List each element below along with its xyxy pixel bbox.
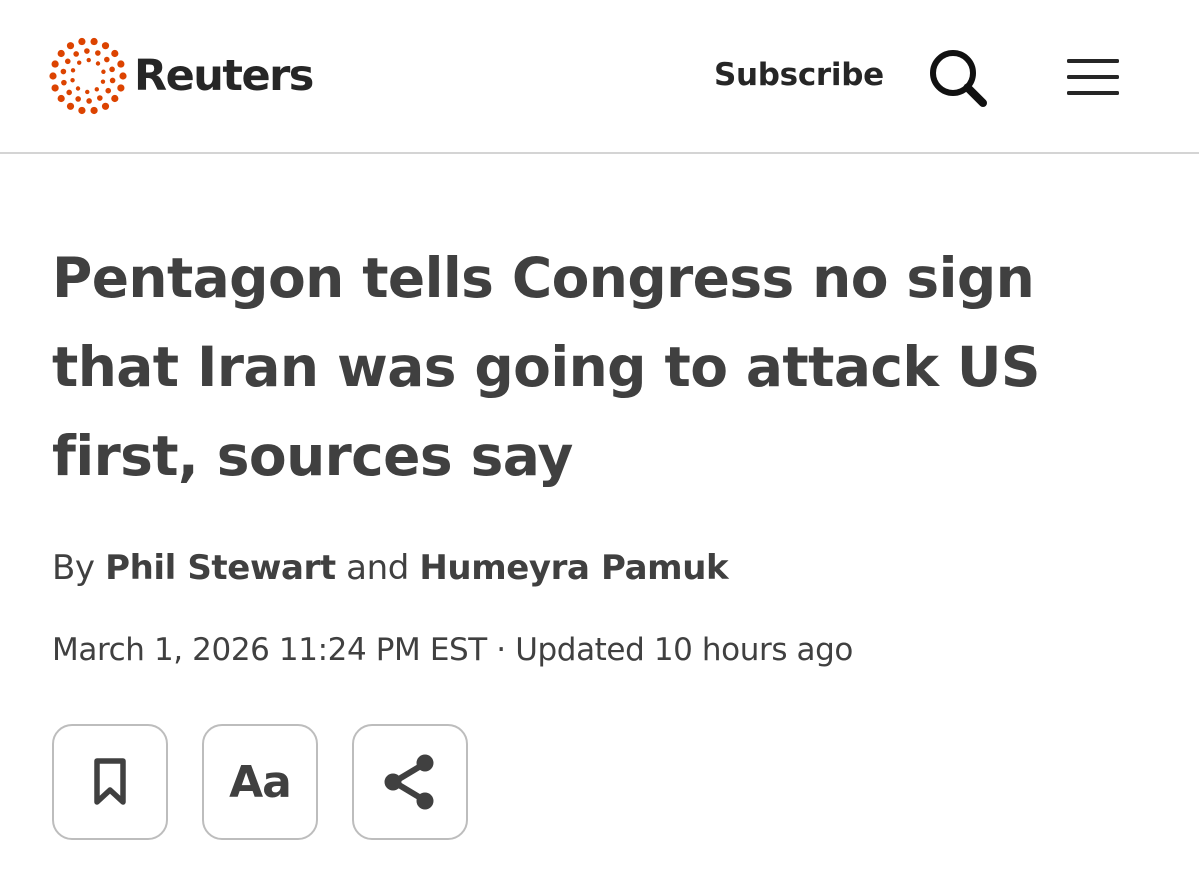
logo-dot: [90, 106, 98, 115]
logo-dot: [104, 56, 110, 63]
logo-dot: [57, 94, 65, 103]
byline-prefix: By: [52, 548, 95, 588]
logo-dot: [90, 37, 98, 46]
reuters-dots-icon: [49, 37, 127, 115]
logo-dot: [60, 68, 67, 75]
logo-dot: [64, 58, 71, 65]
logo-dot: [95, 61, 101, 66]
brand-name: Reuters: [134, 50, 314, 101]
search-icon: [930, 50, 987, 107]
updated-time: Updated 10 hours ago: [515, 632, 853, 668]
logo-dot: [117, 60, 125, 68]
logo-dot: [97, 95, 103, 101]
text-size-button[interactable]: Aa: [202, 724, 318, 840]
bookmark-icon: [94, 758, 126, 805]
logo-dot: [111, 94, 119, 103]
logo-dot: [84, 48, 90, 54]
article-actions: Aa: [52, 724, 468, 840]
logo-dot: [109, 77, 116, 84]
hamburger-menu-icon: [1067, 59, 1119, 95]
logo-dot: [70, 78, 75, 83]
logo-dot: [111, 49, 119, 58]
logo-dot: [57, 49, 65, 58]
logo-dot: [100, 79, 106, 84]
logo-dot: [61, 79, 67, 86]
menu-button[interactable]: [1062, 52, 1124, 102]
logo-dot: [51, 84, 59, 92]
logo-dot: [51, 60, 59, 68]
text-size-icon: Aa: [229, 756, 292, 808]
logo-dot: [86, 57, 91, 63]
logo-dot: [105, 87, 112, 94]
site-header: Reuters Subscribe: [0, 0, 1199, 154]
logo-dot: [109, 66, 115, 73]
logo-dot: [78, 106, 86, 115]
logo-dot: [85, 89, 90, 95]
logo-dot: [101, 42, 110, 50]
share-button[interactable]: [352, 724, 468, 840]
logo-dot: [66, 42, 75, 50]
logo-dot: [66, 89, 72, 96]
logo-dot: [101, 102, 110, 110]
logo-dot: [75, 86, 81, 91]
bookmark-button[interactable]: [52, 724, 168, 840]
dateline: March 1, 2026 11:24 PM EST · Updated 10 …: [52, 628, 853, 672]
author-link[interactable]: Humeyra Pamuk: [419, 548, 728, 588]
logo-dot: [117, 84, 125, 92]
search-button[interactable]: [926, 46, 990, 110]
logo-dot: [119, 72, 127, 80]
date-separator: ·: [496, 632, 506, 668]
share-icon: [384, 754, 434, 810]
logo-dot: [73, 51, 79, 57]
logo-dot: [70, 68, 76, 73]
subscribe-button[interactable]: Subscribe: [714, 54, 884, 96]
author-link[interactable]: Phil Stewart: [105, 548, 336, 588]
logo-dot: [86, 98, 92, 104]
logo-dot: [101, 69, 106, 74]
published-date: March 1, 2026 11:24 PM EST: [52, 632, 487, 668]
logo-dot: [78, 37, 86, 46]
byline: By Phil Stewart and Humeyra Pamuk: [52, 546, 729, 590]
logo-dot: [94, 87, 99, 92]
logo-dot: [49, 72, 57, 80]
logo-dot: [66, 102, 75, 110]
reuters-logo[interactable]: Reuters: [48, 36, 314, 116]
logo-dot: [77, 60, 82, 65]
article-headline: Pentagon tells Congress no sign that Ira…: [52, 246, 1041, 488]
byline-conjunction: and: [346, 548, 409, 588]
logo-dot: [75, 96, 81, 102]
logo-dot: [95, 50, 101, 56]
